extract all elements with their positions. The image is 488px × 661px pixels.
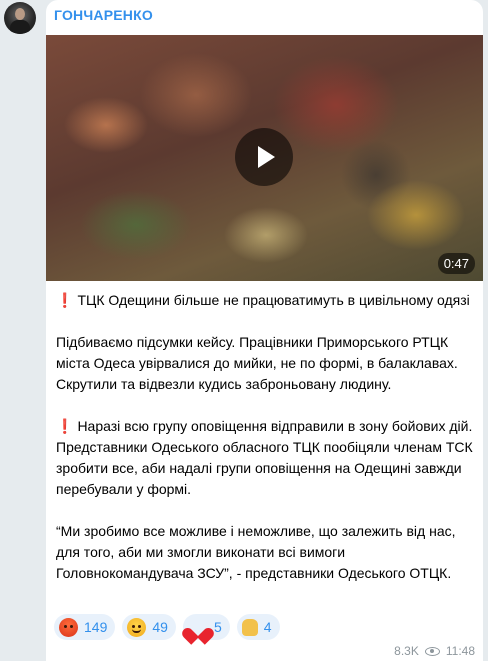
eye-icon: [424, 646, 440, 656]
play-icon[interactable]: [235, 128, 293, 186]
message-bubble: ГОНЧАРЕНКО 0:47 ❗ ТЦК Одещини більше не п…: [46, 0, 483, 661]
grinning-face-icon: [127, 617, 147, 637]
angry-face-icon: [59, 617, 78, 637]
channel-name[interactable]: ГОНЧАРЕНКО: [54, 7, 153, 23]
reaction-count: 49: [152, 619, 168, 635]
reaction-count: 149: [84, 619, 108, 635]
reaction-thumbs-up[interactable]: 4: [236, 614, 280, 640]
channel-avatar[interactable]: [4, 2, 36, 34]
reaction-count: 4: [263, 619, 272, 635]
reaction-count: 5: [213, 619, 222, 635]
video-duration: 0:47: [437, 253, 475, 274]
exclamation-icon: ❗: [56, 292, 74, 308]
message-quote: “Ми зробимо все можливе і неможливе, що …: [56, 523, 456, 581]
view-count: 8.3K: [394, 644, 419, 658]
video-preview[interactable]: 0:47: [46, 35, 483, 281]
message-text: ❗ ТЦК Одещини більше не працюватимуть в ц…: [56, 290, 476, 584]
red-heart-icon: [188, 618, 208, 637]
message-headline: ❗ ТЦК Одещини більше не працюватимуть в ц…: [56, 292, 470, 308]
message-paragraph: ❗ Наразі всю групу оповіщення відправили …: [56, 418, 473, 497]
message-time: 11:48: [445, 644, 475, 658]
reactions-bar: 149 49 5 4: [54, 614, 280, 640]
reaction-heart[interactable]: 5: [182, 614, 230, 640]
avatar-head: [15, 8, 25, 20]
exclamation-icon: ❗: [56, 418, 74, 434]
thumbs-up-icon: [241, 618, 258, 636]
reaction-grin[interactable]: 49: [122, 614, 176, 640]
reaction-angry[interactable]: 149: [54, 614, 116, 640]
message-meta: 8.3K 11:48: [394, 644, 475, 658]
message-paragraph: Підбиваємо підсумки кейсу. Працівники Пр…: [56, 334, 458, 392]
avatar-body: [10, 20, 30, 34]
